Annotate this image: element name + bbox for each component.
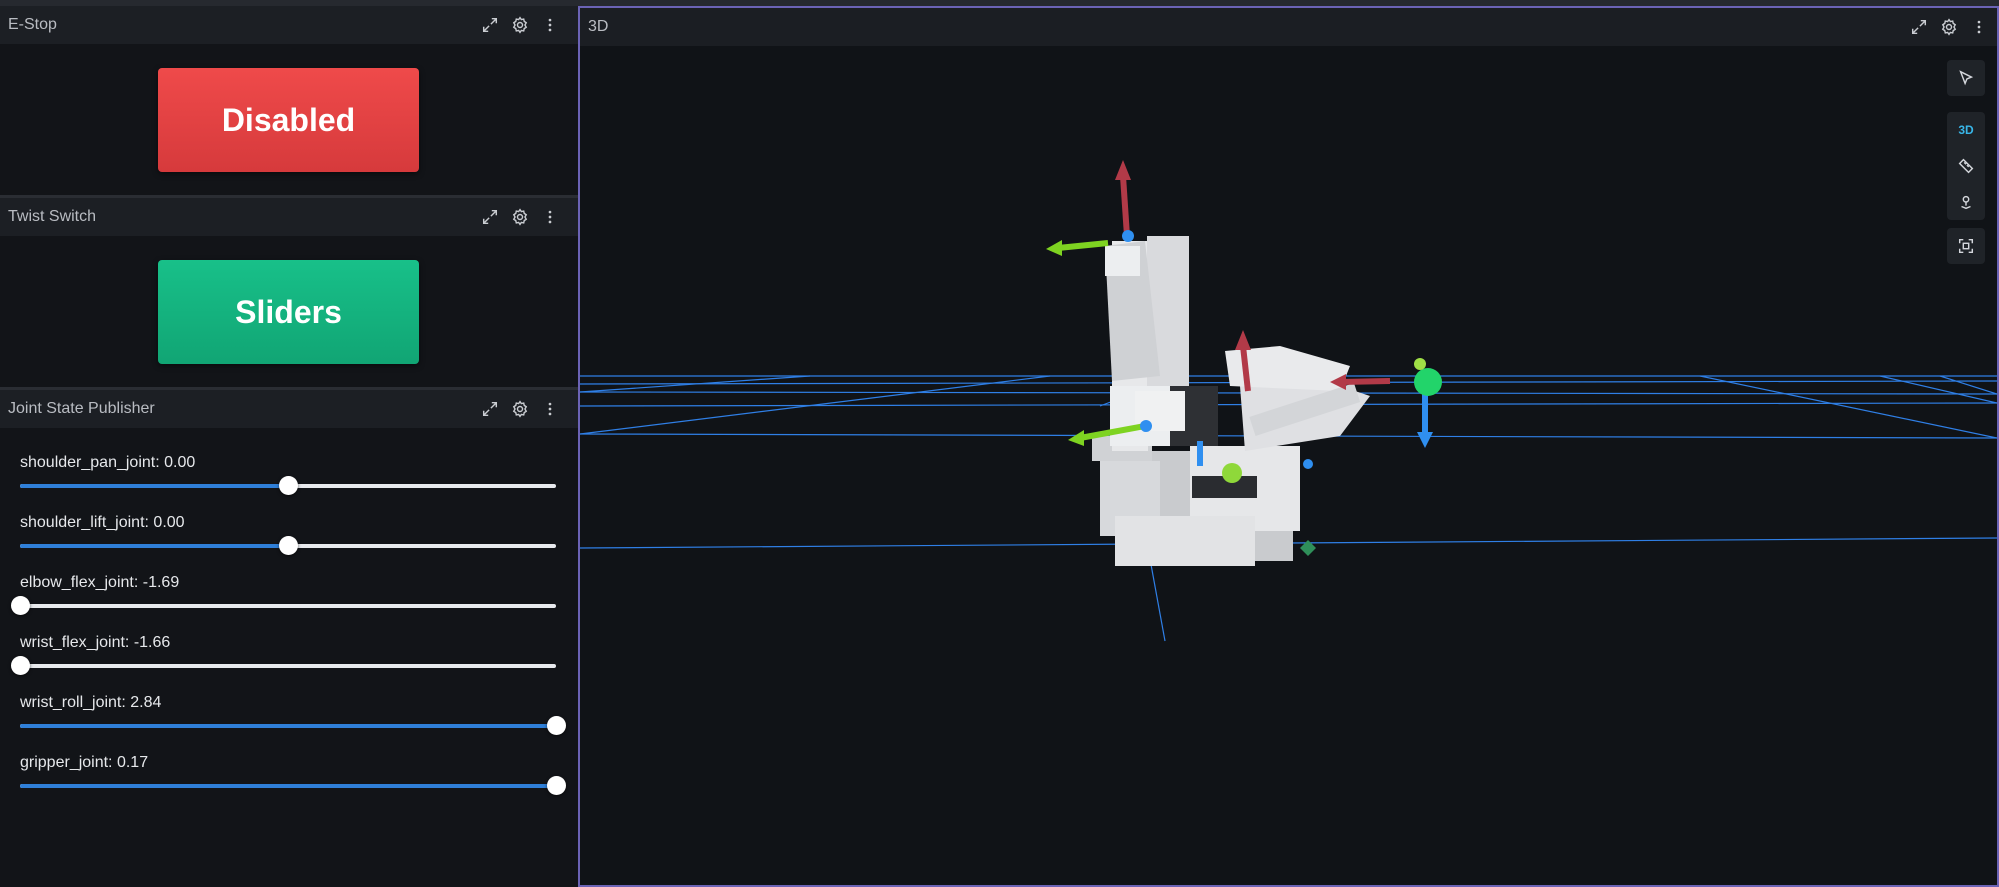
ruler-icon[interactable] [1947,148,1985,184]
joint-slider-thumb[interactable] [547,716,566,735]
joint-slider-label: elbow_flex_joint: -1.69 [20,574,180,591]
3d-viewport[interactable] [580,46,1997,885]
joint-slider-row: shoulder_lift_joint: 0.00 [20,514,556,564]
twist-mode-button[interactable]: Sliders [158,260,419,364]
joint-slider-thumb[interactable] [11,656,30,675]
view-toolbar-tools: 3D [1947,112,1985,220]
joint-slider-track[interactable] [11,656,556,675]
joint-state-publisher-panel: Joint State Publisher shoulder_pan_joint… [0,390,578,887]
expand-icon[interactable] [1909,17,1929,37]
joint-slider-label: gripper_joint: 0.17 [20,754,149,771]
joint-slider-fill [20,784,556,788]
joint-slider-row: shoulder_pan_joint: 0.00 [20,454,556,504]
3d-panel: 3D 3D [578,6,1999,887]
left-panel-column: E-Stop Disabled Twist Switch Sliders Joi… [0,6,578,887]
joint-slider-row: wrist_roll_joint: 2.84 [20,694,566,744]
joint-slider-label: wrist_flex_joint: -1.66 [20,634,171,651]
robot-arm-model [1092,236,1370,566]
twist-panel-header: Twist Switch [0,198,578,236]
joint-slider-label: shoulder_pan_joint: 0.00 [20,454,196,471]
joint-slider-fill [20,544,288,548]
more-vertical-icon[interactable] [540,207,560,227]
3d-panel-title: 3D [588,18,609,35]
fit-view-icon[interactable] [1947,228,1985,264]
gear-icon[interactable] [510,207,530,227]
joint-slider-track[interactable] [20,476,556,495]
cursor-select-icon[interactable] [1947,60,1985,96]
3d-panel-header: 3D [580,8,1997,46]
estop-panel-header: E-Stop [0,6,578,44]
twist-switch-panel: Twist Switch Sliders [0,198,578,390]
more-vertical-icon[interactable] [540,15,560,35]
joint-slider-thumb[interactable] [279,476,298,495]
joint-slider-track[interactable] [20,716,566,735]
joint-slider-track[interactable] [11,596,556,615]
joint-slider-fill [20,484,288,488]
joint-slider-row: wrist_flex_joint: -1.66 [11,634,556,684]
estop-button[interactable]: Disabled [158,68,419,172]
more-vertical-icon[interactable] [1969,17,1989,37]
3d-mode-toggle[interactable]: 3D [1947,112,1985,148]
joint-slider-row: gripper_joint: 0.17 [20,754,566,804]
view-toolbar-select [1947,60,1985,96]
gear-icon[interactable] [510,15,530,35]
more-vertical-icon[interactable] [540,399,560,419]
gear-icon[interactable] [1939,17,1959,37]
joint-slider-row: elbow_flex_joint: -1.69 [11,574,556,624]
joint-slider-fill [20,724,556,728]
joint-slider-track[interactable] [20,536,556,555]
joint-slider-thumb[interactable] [547,776,566,795]
joint-slider-label: wrist_roll_joint: 2.84 [20,694,162,711]
expand-icon[interactable] [480,15,500,35]
joint-slider-label: shoulder_lift_joint: 0.00 [20,514,185,531]
gear-icon[interactable] [510,399,530,419]
expand-icon[interactable] [480,207,500,227]
twist-panel-title: Twist Switch [8,208,97,225]
estop-panel: E-Stop Disabled [0,6,578,198]
expand-icon[interactable] [480,399,500,419]
joint-slider-thumb[interactable] [11,596,30,615]
publish-point-icon[interactable] [1947,184,1985,220]
joint-slider-track[interactable] [20,776,566,795]
view-toolbar-fit [1947,228,1985,264]
joints-panel-title: Joint State Publisher [8,400,155,417]
joints-panel-header: Joint State Publisher [0,390,578,428]
joint-slider-thumb[interactable] [279,536,298,555]
estop-panel-title: E-Stop [8,16,57,33]
